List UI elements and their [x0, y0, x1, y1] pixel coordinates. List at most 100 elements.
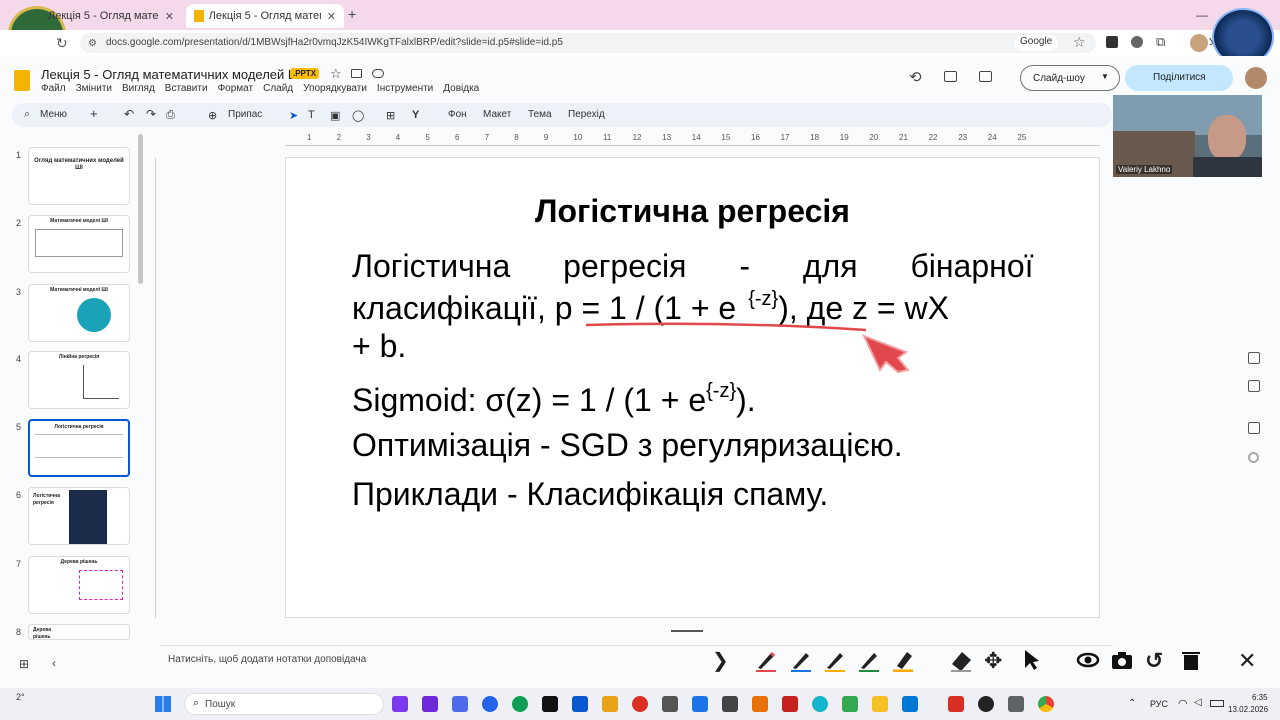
taskbar-app-icon[interactable] [632, 696, 648, 712]
menu-tools[interactable]: Інструменти [377, 83, 433, 94]
redo-icon[interactable]: ↷ [146, 107, 156, 121]
taskbar-app-icon[interactable] [1008, 696, 1024, 712]
slide-thumbnail[interactable]: Огляд математичних моделей ШІ [28, 147, 130, 205]
highlighter-icon[interactable] [891, 648, 915, 672]
background-button[interactable]: Фон [448, 109, 467, 120]
share-button[interactable]: Поділитися [1125, 65, 1233, 91]
clock-time[interactable]: 6:35 [1252, 693, 1268, 702]
camera-icon[interactable] [1110, 648, 1134, 672]
windows-start-icon[interactable] [155, 696, 171, 712]
clock-date[interactable]: 13.02.2026 [1228, 705, 1268, 714]
chevron-down-icon[interactable]: ▼ [1101, 72, 1109, 81]
slide-thumbnail[interactable]: Дерева рішень [28, 624, 130, 640]
present-icon[interactable] [1248, 422, 1260, 434]
yellow-pen-icon[interactable] [823, 648, 847, 672]
slide-thumbnail-selected[interactable]: Логістична регресія [28, 419, 130, 477]
red-pen-icon[interactable] [754, 648, 778, 672]
url-field[interactable]: docs.google.com/presentation/d/1MBWsjfHa… [80, 33, 1096, 53]
taskbar-app-icon[interactable] [752, 696, 768, 712]
print-icon[interactable]: ⎙ [166, 109, 175, 122]
taskbar-app-icon[interactable] [692, 696, 708, 712]
taskbar-app-icon[interactable] [542, 696, 558, 712]
meet-icon[interactable] [979, 71, 992, 82]
keep-icon[interactable] [1248, 352, 1260, 364]
taskbar-app-icon[interactable] [722, 696, 738, 712]
shape-icon[interactable]: ◯ [352, 109, 364, 122]
menu-format[interactable]: Формат [218, 83, 254, 94]
search-box[interactable]: ⌕ Пошук [184, 693, 384, 715]
slide-thumbnail[interactable]: Логістична регресія [28, 487, 130, 545]
blue-pen-icon[interactable] [789, 648, 813, 672]
folder-icon[interactable] [1248, 380, 1260, 392]
taskbar-app-icon[interactable] [422, 696, 438, 712]
google-lens-chip[interactable]: Google [1014, 35, 1059, 51]
taskbar-app-icon[interactable] [978, 696, 994, 712]
tray-chevron-icon[interactable]: ⌃ [1128, 698, 1136, 709]
star-icon[interactable]: ☆ [330, 66, 342, 82]
eye-icon[interactable] [1076, 648, 1100, 672]
taskbar-app-icon[interactable] [662, 696, 678, 712]
volume-icon[interactable]: ◁ [1194, 697, 1202, 708]
menu-help[interactable]: Довідка [443, 83, 479, 94]
zoom-app-icon[interactable] [482, 696, 498, 712]
taskbar-app-icon[interactable] [572, 696, 588, 712]
slide-thumbnail[interactable]: Математичні моделі ШІ [28, 215, 130, 273]
history-icon[interactable]: ⟲ [909, 68, 922, 86]
chrome-icon[interactable] [1038, 696, 1054, 712]
menu-insert[interactable]: Вставити [165, 83, 208, 94]
battery-icon[interactable] [1210, 700, 1224, 707]
slide-thumbnail[interactable]: Лінійна регресія [28, 351, 130, 409]
green-pen-icon[interactable] [857, 648, 881, 672]
menu-arrange[interactable]: Упорядкувати [303, 83, 367, 94]
new-tab-button[interactable]: + [348, 6, 356, 22]
taskbar-app-icon[interactable] [512, 696, 528, 712]
language-indicator[interactable]: РУС [1150, 699, 1168, 709]
slides-logo-icon[interactable] [14, 70, 30, 91]
vscode-icon[interactable] [902, 696, 918, 712]
account-avatar[interactable] [1245, 67, 1267, 89]
close-icon[interactable]: ✕ [165, 10, 174, 23]
move-icon[interactable]: ✥ [984, 648, 1008, 673]
text-box-icon[interactable]: T [308, 109, 315, 121]
extension-icon[interactable] [1106, 36, 1118, 48]
record-icon[interactable] [1248, 452, 1259, 463]
menu-view[interactable]: Вигляд [122, 83, 155, 94]
slide-thumbnail[interactable]: Математичні моделі ШІ [28, 284, 130, 342]
cloud-status-icon[interactable] [372, 69, 384, 78]
layout-button[interactable]: Макет [483, 109, 511, 120]
puzzle-icon[interactable]: ⧉ [1156, 34, 1165, 50]
close-icon[interactable]: ✕ [327, 10, 336, 23]
document-title[interactable]: Лекція 5 - Огляд математичних моделей ШІ [41, 67, 303, 82]
tab-lecture-1[interactable]: Лекція 5 - Огляд математич ✕ [40, 4, 182, 28]
eraser-icon[interactable] [949, 648, 973, 672]
menu-slide[interactable]: Слайд [263, 83, 293, 94]
taskbar-app-icon[interactable] [452, 696, 468, 712]
chevron-right-icon[interactable]: ❯ [712, 648, 736, 672]
undo-annotation-icon[interactable]: ↺ [1145, 648, 1169, 673]
bookmark-star-icon[interactable]: ☆ [1073, 34, 1086, 51]
select-cursor-icon[interactable]: ➤ [289, 109, 298, 122]
new-slide-icon[interactable]: + [90, 106, 98, 121]
wifi-icon[interactable]: ◠ [1178, 697, 1188, 710]
pointer-icon[interactable] [1020, 648, 1044, 672]
menu-edit[interactable]: Змінити [76, 83, 112, 94]
menu-search[interactable]: Меню [40, 109, 67, 120]
transition-button[interactable]: Перехід [568, 109, 605, 120]
refresh-icon[interactable]: ↻ [56, 35, 68, 52]
zoom-icon[interactable]: ⊕ [208, 109, 217, 122]
minimize-icon[interactable]: — [1196, 8, 1208, 22]
theme-button[interactable]: Тема [528, 109, 552, 120]
input-tools-icon[interactable]: Y [412, 109, 419, 121]
profile-avatar[interactable] [1190, 34, 1208, 52]
comments-icon[interactable] [944, 71, 957, 82]
taskbar-app-icon[interactable] [392, 696, 408, 712]
zoom-fit[interactable]: Припас [228, 109, 262, 120]
slide-thumbnail[interactable]: Дерева рішень [28, 556, 130, 614]
image-icon[interactable]: ▣ [330, 109, 340, 122]
vertical-ruler[interactable] [142, 158, 156, 618]
site-info-icon[interactable]: ⚙ [88, 38, 97, 49]
taskbar-app-icon[interactable] [948, 696, 964, 712]
taskbar-app-icon[interactable] [782, 696, 798, 712]
taskbar-app-icon[interactable] [812, 696, 828, 712]
file-explorer-icon[interactable] [602, 696, 618, 712]
